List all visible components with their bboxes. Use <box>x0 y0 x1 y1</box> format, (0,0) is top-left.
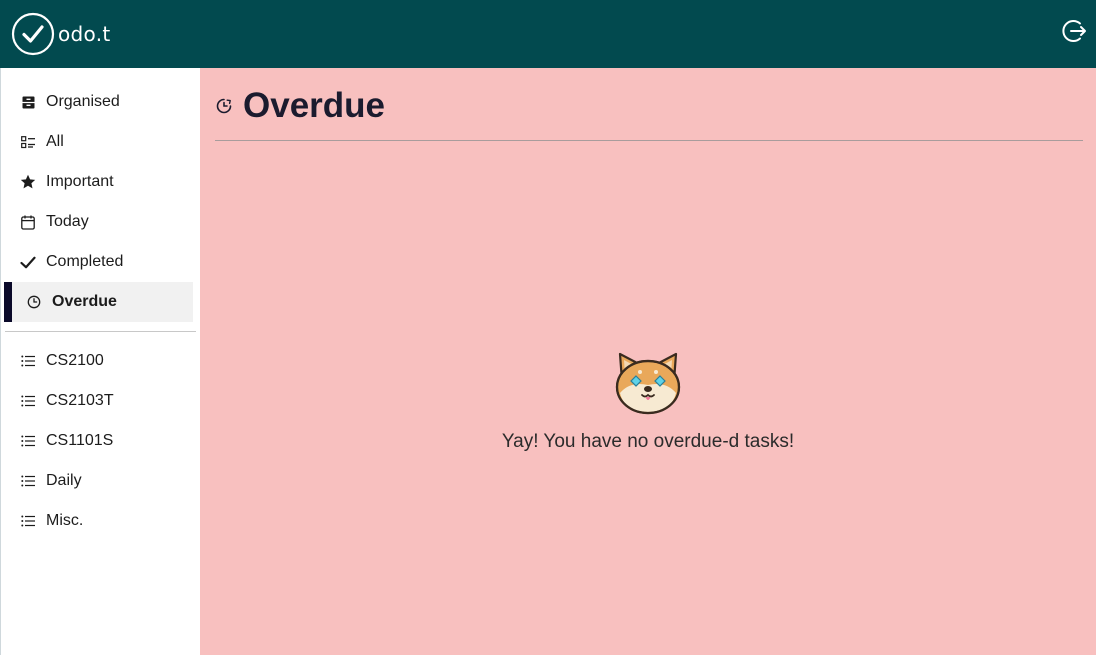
sidebar-item-daily[interactable]: Daily <box>1 461 193 501</box>
checklist-icon <box>20 134 36 150</box>
calendar-icon <box>20 214 36 230</box>
sidebar-item-label: Misc. <box>46 512 84 529</box>
sidebar-item-overdue[interactable]: Overdue <box>4 282 193 322</box>
sidebar-item-important[interactable]: Important <box>1 162 193 202</box>
sidebar-item-label: All <box>46 133 64 150</box>
top-bar: odo.t <box>0 0 1096 68</box>
list-icon <box>20 473 36 489</box>
sidebar-item-organised[interactable]: Organised <box>1 82 193 122</box>
sidebar-item-all[interactable]: All <box>1 122 193 162</box>
logo-text: odo.t <box>58 22 111 46</box>
page-title: Overdue <box>243 86 385 125</box>
sidebar-item-cs2100[interactable]: CS2100 <box>1 341 193 381</box>
clock-icon <box>216 98 232 114</box>
clock-icon <box>26 294 42 310</box>
sidebar-item-label: Important <box>46 173 114 190</box>
sidebar-item-label: Overdue <box>52 293 117 310</box>
sidebar-item-cs2103t[interactable]: CS2103T <box>1 381 193 421</box>
page-header: Overdue <box>215 86 1083 141</box>
list-icon <box>20 433 36 449</box>
app-logo[interactable]: odo.t <box>11 12 111 56</box>
sidebar-item-label: Today <box>46 213 89 230</box>
list-icon <box>20 353 36 369</box>
sidebar-item-cs1101s[interactable]: CS1101S <box>1 421 193 461</box>
sidebar-item-label: CS2100 <box>46 352 104 369</box>
sidebar-item-label: CS1101S <box>46 432 114 449</box>
empty-message: Yay! You have no overdue-d tasks! <box>501 431 795 452</box>
lists-nav: CS2100 CS2103T CS1101S Daily Misc. <box>1 332 200 541</box>
list-icon <box>20 393 36 409</box>
sidebar-item-label: CS2103T <box>46 392 114 409</box>
logout-button[interactable] <box>1060 17 1088 45</box>
empty-state: Yay! You have no overdue-d tasks! <box>200 351 1096 453</box>
sidebar-item-today[interactable]: Today <box>1 202 193 242</box>
sidebar: Organised All Important Today Completed <box>0 68 200 655</box>
sidebar-item-misc[interactable]: Misc. <box>1 501 193 541</box>
primary-nav: Organised All Important Today Completed <box>1 68 200 322</box>
sidebar-item-completed[interactable]: Completed <box>1 242 193 282</box>
shiba-dog-icon <box>615 352 681 415</box>
main-content: Overdue Yay! You have no overdue-d tasks… <box>200 68 1096 655</box>
sidebar-item-label: Completed <box>46 253 124 270</box>
star-icon <box>20 174 36 190</box>
sidebar-item-label: Organised <box>46 93 120 110</box>
logout-icon <box>1062 20 1086 42</box>
list-icon <box>20 513 36 529</box>
check-circle-logo-icon <box>11 12 55 56</box>
check-icon <box>20 254 36 270</box>
sidebar-item-label: Daily <box>46 472 82 489</box>
archive-icon <box>20 94 36 110</box>
